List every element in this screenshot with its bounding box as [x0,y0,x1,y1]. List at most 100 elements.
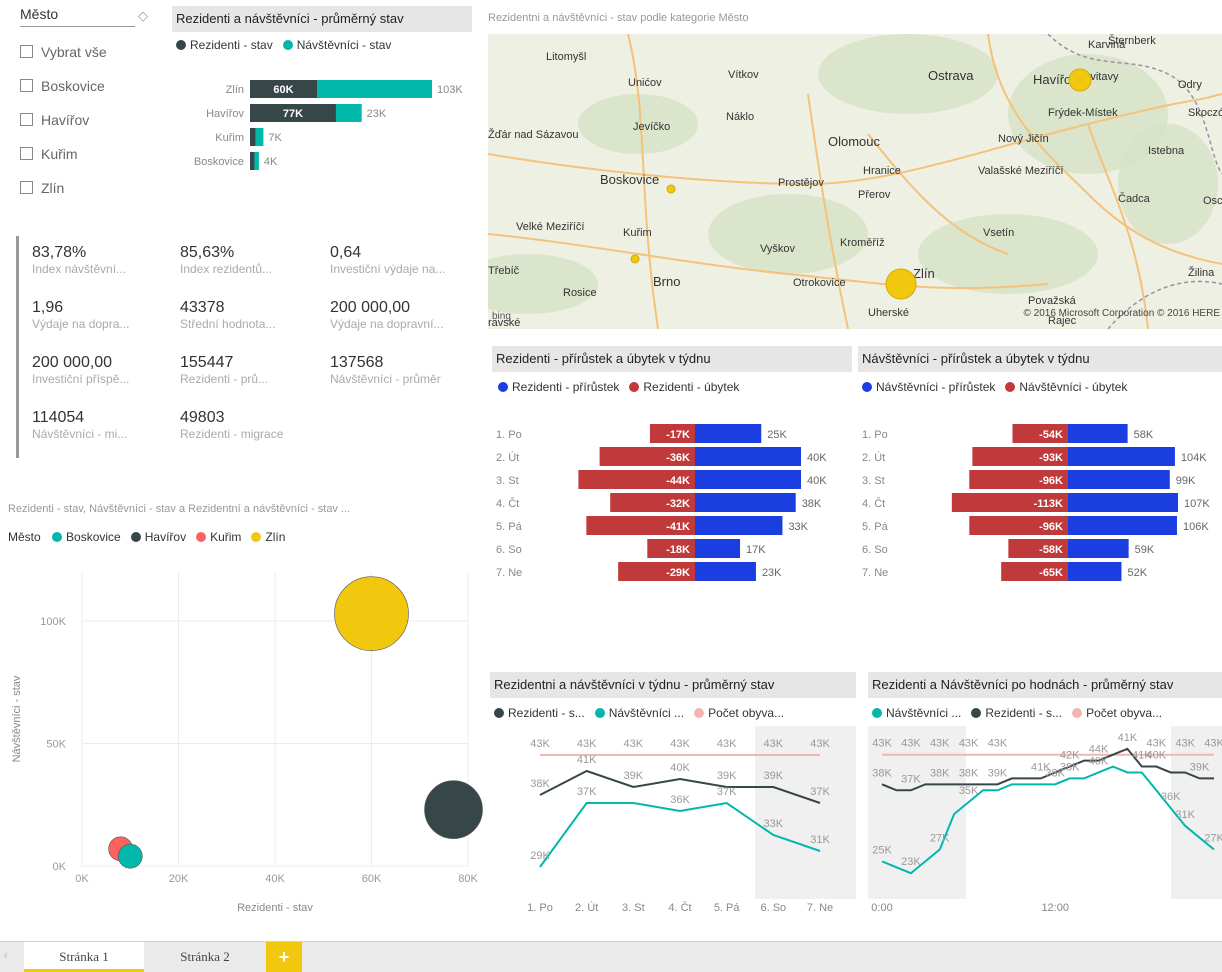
data-label: 41K [1118,732,1138,744]
day-label: 7. Ne [496,567,522,579]
week-line-legend-item[interactable]: Počet obyva... [694,706,784,720]
slicer-item[interactable]: Zlín [20,171,160,205]
avg-state-title: Rezidenti a návštěvníci - průměrný stav [172,6,472,32]
hour-line-legend-item[interactable]: Návštěvníci ... [872,706,961,720]
weekend-shade [755,726,856,899]
increase-data-label: 59K [1135,544,1155,556]
slicer-item[interactable]: Vybrat vše [20,35,160,69]
data-label: 39K [624,770,644,782]
legend-dot-icon [494,708,504,718]
scatter-legend-item[interactable]: Kuřim [196,530,241,544]
res-week-legend: Rezidenti - přírůstek Rezidenti - úbytek [498,380,858,394]
city-bubble[interactable] [666,184,676,194]
scatter-legend-item[interactable]: Havířov [130,530,186,544]
day-label: 5. Pá [862,521,889,533]
data-label: 43K [1204,738,1222,750]
category-label: Zlín [226,84,244,96]
data-label: 39K [764,770,784,782]
city-bubble[interactable] [1068,68,1092,92]
res-week-legend-item[interactable]: Rezidenti - úbytek [629,380,739,394]
card-divider [16,236,19,458]
increase-bar[interactable] [695,562,756,581]
increase-bar[interactable] [695,424,762,443]
slicer-item[interactable]: Havířov [20,103,160,137]
scatter-legend-title: Město [8,530,41,544]
map-town-label: Kuřim [623,227,652,239]
city-bubble[interactable] [885,268,917,300]
scatter-legend-item[interactable]: Zlín [251,530,285,544]
legend-label: Návštěvníci - přírůstek [876,380,996,394]
avg-state-legend-item[interactable]: Rezidenti - stav [176,38,273,52]
map-town-label: Třebíč [488,265,520,277]
legend-dot-icon [176,40,186,50]
checkbox-icon[interactable] [20,147,33,160]
increase-bar[interactable] [695,539,741,558]
increase-bar[interactable] [1068,424,1128,443]
increase-bar[interactable] [695,447,801,466]
kpi-card: 200 000,00 Výdaje na dopravní... [330,299,458,331]
city-bubble[interactable] [630,254,640,264]
city-map[interactable]: LitomyšlUnićovVítkov Ostrava HavířovKarvin… [488,34,1222,329]
checkbox-icon[interactable] [20,45,33,58]
increase-data-label: 107K [1184,498,1210,510]
legend-label: Kuřim [210,530,242,544]
hour-line-legend-item[interactable]: Rezidenti - s... [971,706,1062,720]
x-tick-label: 1. Po [527,902,553,914]
legend-label: Rezidenti - úbytek [643,380,740,394]
tab-page-2[interactable]: Stránka 2 [146,942,264,972]
data-label: 37K [717,786,737,798]
data-label: 23K [901,856,921,868]
increase-bar[interactable] [1068,470,1170,489]
scatter-bubble[interactable] [117,843,143,869]
checkbox-icon[interactable] [20,79,33,92]
x-tick-label: 2. Út [575,901,598,914]
vis-week-legend-item[interactable]: Návštěvníci - úbytek [1005,380,1127,394]
map-title: Rezidentni a návštěvníci - stav podle ka… [488,12,749,24]
increase-bar[interactable] [1068,516,1177,535]
residents-bar[interactable] [250,128,256,146]
kpi-card: 114054 Návštěvníci - mi... [32,409,160,441]
scatter-legend-item[interactable]: Boskovice [52,530,121,544]
visitors-bar[interactable] [316,80,432,98]
kpi-card: 1,96 Výdaje na dopra... [32,299,160,331]
visitors-bar[interactable] [255,128,264,146]
eraser-icon[interactable]: ◇ [138,8,148,24]
avg-state-chart: Zlín 60K 103K Havířov 77K 23K Kuřim 7K Boskovice… [194,80,463,170]
legend-dot-icon [629,382,640,392]
increase-bar[interactable] [1068,447,1175,466]
week-line-legend-item[interactable]: Návštěvníci ... [594,706,684,720]
checkbox-icon[interactable] [20,181,33,194]
visitors-bar[interactable] [254,152,259,170]
increase-bar[interactable] [695,470,801,489]
day-label: 4. Čt [496,497,519,510]
slicer-item[interactable]: Boskovice [20,69,160,103]
increase-bar[interactable] [1068,562,1122,581]
decrease-data-label: -96K [1039,475,1063,487]
increase-data-label: 99K [1176,475,1196,487]
checkbox-icon[interactable] [20,113,33,126]
scatter-bubble[interactable] [424,780,483,839]
tab-page-1[interactable]: Stránka 1 [24,942,144,972]
increase-bar[interactable] [695,493,796,512]
increase-bar[interactable] [1068,539,1129,558]
residents-bar[interactable] [250,152,255,170]
data-label: 39K [988,767,1008,779]
avg-state-legend-item[interactable]: Návštěvníci - stav [282,38,391,52]
visitors-bar[interactable] [335,104,362,122]
week-line-legend-item[interactable]: Rezidenti - s... [494,706,585,720]
data-label: 43K [988,738,1008,750]
scatter-bubble[interactable] [334,576,409,651]
increase-bar[interactable] [695,516,783,535]
add-page-button[interactable]: + [266,942,302,972]
increase-bar[interactable] [1068,493,1178,512]
x-axis-title: Rezidenti - stav [237,902,313,914]
legend-dot-icon [694,708,705,718]
vis-week-legend-item[interactable]: Návštěvníci - přírůstek [862,380,995,394]
slicer-item[interactable]: Kuřim [20,137,160,171]
res-week-legend-item[interactable]: Rezidenti - přírůstek [498,380,619,394]
increase-data-label: 23K [762,567,782,579]
scroll-left-icon[interactable]: ‹ [4,950,7,961]
hour-line-legend-item[interactable]: Počet obyva... [1072,706,1162,720]
map-town-label: Litomyšl [546,51,586,63]
slicer-item-label: Havířov [41,112,90,128]
